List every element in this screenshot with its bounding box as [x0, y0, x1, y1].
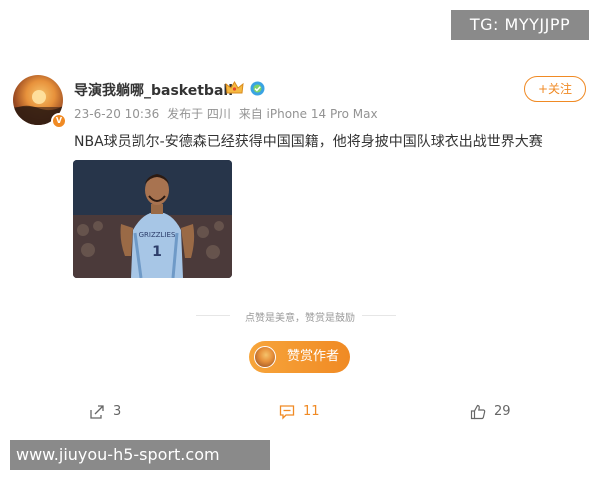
crown-icon: [225, 81, 244, 94]
like-icon: [470, 404, 486, 420]
post-meta: 23-6-20 10:36 发布于 四川 来自 iPhone 14 Pro Ma…: [74, 105, 382, 122]
post-text: NBA球员凯尔-安德森已经获得中国国籍，他将身披中国队球衣出战世界大赛: [74, 134, 543, 150]
comment-count: 11: [303, 404, 320, 419]
share-icon: [90, 405, 104, 419]
author-avatar[interactable]: V: [13, 75, 67, 129]
jersey-text: GRIZZLIES: [139, 231, 176, 239]
like-action[interactable]: 29: [470, 403, 520, 423]
reward-divider-text: 点赞是美意，赞赏是鼓励: [245, 313, 355, 324]
post-location: 发布于 四川: [167, 107, 231, 121]
jersey-number: 1: [152, 244, 162, 260]
reward-button-label: 赞赏作者: [287, 349, 340, 364]
like-count: 29: [494, 404, 511, 419]
watermark-bottom: www.jiuyou-h5-sport.com: [10, 440, 270, 470]
reward-button[interactable]: 赞赏作者: [249, 341, 350, 373]
verified-badge: V: [51, 113, 67, 129]
comment-icon: [279, 405, 295, 420]
share-action[interactable]: 3: [89, 403, 129, 423]
watermark-top: TG: MYYJJPP: [451, 10, 589, 40]
divider-right: [362, 315, 396, 316]
post-device: 来自 iPhone 14 Pro Max: [238, 107, 378, 121]
post-image[interactable]: GRIZZLIES 1: [73, 160, 232, 278]
share-count: 3: [113, 404, 122, 419]
reward-avatar: [254, 346, 276, 368]
verified-icon: [250, 81, 265, 96]
post-time: 23-6-20 10:36: [74, 107, 160, 121]
author-name[interactable]: 导演我躺哪_basketball: [74, 80, 233, 100]
comment-action[interactable]: 11: [279, 403, 329, 423]
follow-button[interactable]: +关注: [524, 76, 586, 102]
